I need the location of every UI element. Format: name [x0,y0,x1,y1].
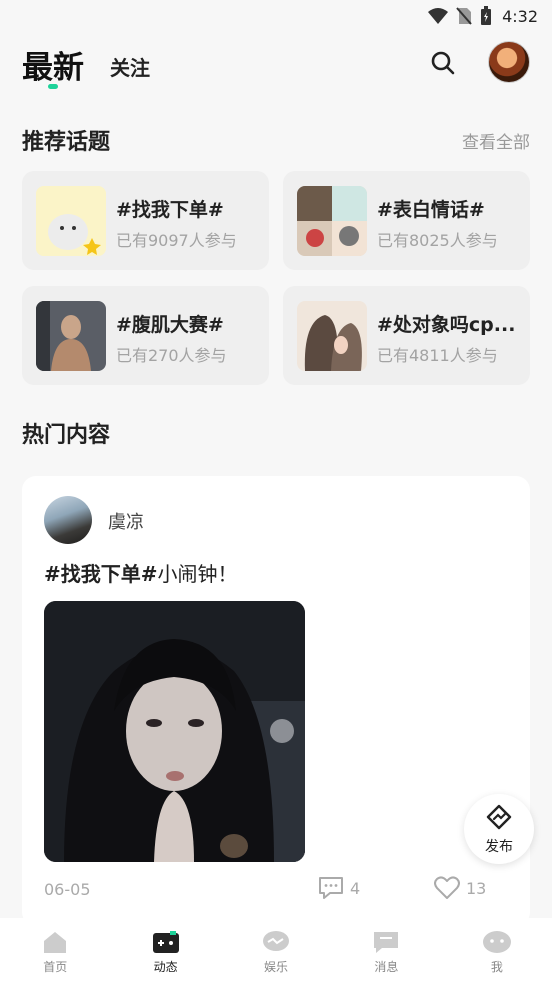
post-hashtag[interactable]: #找我下单# [44,562,158,586]
topic-participants: 已有4811人参与 [377,346,498,365]
topic-card[interactable]: #腹肌大赛# 已有270人参与 [22,286,269,385]
nav-item-entertainment[interactable]: 娱乐 [221,918,331,983]
face-icon [482,931,511,953]
topic-name: #腹肌大赛# [116,314,224,336]
tab-latest[interactable]: 最新 [22,42,84,87]
nav-item-feed[interactable]: 动态 [110,918,220,983]
see-all-link[interactable]: 查看全部 [462,128,530,153]
topic-card[interactable]: #处对象吗cp... 已有4811人参与 [283,286,530,385]
comment-button[interactable]: 4 [318,876,360,900]
status-bar: 4:32 [0,0,552,32]
message-icon [374,932,399,953]
topic-card[interactable]: #表白情话# 已有8025人参与 [283,171,530,270]
topic-thumbnail [36,186,106,256]
topic-name: #找我下单# [116,199,224,221]
tab-active-indicator [48,84,58,89]
search-icon[interactable] [430,50,456,76]
topic-participants: 已有9097人参与 [116,231,237,250]
publish-button[interactable]: 发布 [464,794,534,864]
post-date: 06-05 [44,880,91,899]
no-sim-icon [456,7,472,25]
post-author-avatar[interactable] [44,496,92,544]
like-count: 13 [466,878,487,898]
post-body: 小闹钟！ [157,562,238,586]
nav-item-home[interactable]: 首页 [0,918,110,983]
top-header: 最新 关注 [0,36,552,96]
nav-label: 我 [490,960,503,974]
topic-name: #处对象吗cp... [377,314,516,336]
section-title-hot: 热门内容 [22,423,111,448]
post-text: #找我下单#小闹钟！ [44,558,238,587]
comment-icon [319,877,343,899]
publish-label: 发布 [485,839,513,855]
nav-item-me[interactable]: 我 [442,918,552,983]
post-card[interactable]: 虞凉 #找我下单#小闹钟！ 06-05 4 13 [22,476,530,926]
post-image[interactable] [44,601,305,862]
nav-label: 动态 [153,960,178,974]
publish-icon [486,804,512,830]
nav-label: 娱乐 [264,960,289,974]
topic-thumbnail [297,301,367,371]
topic-thumbnail [297,186,367,256]
user-avatar[interactable] [488,41,530,83]
like-button[interactable]: 13 [434,876,486,900]
nav-label: 首页 [43,960,68,974]
topic-thumbnail [36,301,106,371]
wifi-icon [428,8,449,24]
topic-participants: 已有8025人参与 [377,231,498,250]
topic-name: #表白情话# [377,199,485,221]
home-icon [44,932,67,953]
topic-card[interactable]: #找我下单# 已有9097人参与 [22,171,269,270]
heart-icon [434,876,460,899]
topic-participants: 已有270人参与 [116,346,227,365]
chat-bubble-icon [263,931,290,951]
nav-label: 消息 [374,960,399,974]
comment-count: 4 [350,878,361,898]
status-time: 4:32 [502,6,538,26]
nav-item-messages[interactable]: 消息 [331,918,441,983]
post-author-name[interactable]: 虞凉 [108,508,144,534]
battery-icon [481,6,492,25]
gamepad-icon [152,931,179,953]
tab-follow[interactable]: 关注 [110,52,150,81]
section-title-recommended: 推荐话题 [22,130,111,155]
bottom-nav: 首页 动态 娱乐 消息 我 [0,918,552,983]
